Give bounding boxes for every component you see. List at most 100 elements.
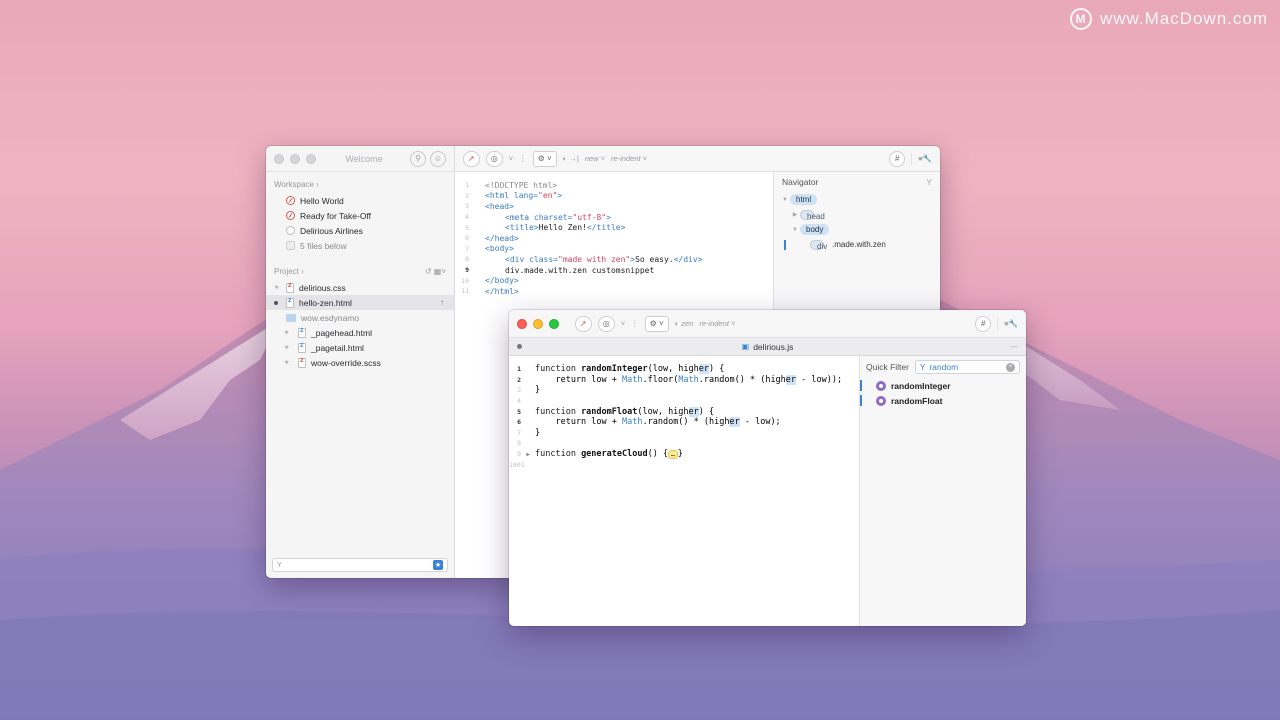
editor-toolbar: ➚ ◎ ˅ ⋮ ⚙ ˅ ◐ →| new ˅ re-indent ˅ # ≡🔧 [455,146,940,172]
star-icon[interactable]: ★ [284,359,289,366]
chevron-down-icon[interactable]: ˅ [509,154,513,163]
close-light[interactable] [274,153,284,164]
workspace-item-label: Ready for Take-Off [300,210,372,221]
quick-filter-input[interactable]: Y random × [914,360,1020,374]
fold-triangle-icon[interactable]: ▶ [523,451,533,458]
workspace-section-label[interactable]: Workspace › [266,172,454,193]
project-section-label[interactable]: Project › ↺ ▦˅ [266,259,454,280]
folder-icon [286,313,296,322]
nav-node-class-label: .made.with.zen [832,240,886,249]
html-file-icon [298,342,306,353]
nav-node-body[interactable]: ▼ body [774,222,940,237]
selection-bar [784,239,786,250]
minimize-button[interactable] [533,318,543,329]
gear-menu-button[interactable]: ⚙ ˅ [532,150,557,167]
sidebar-title: Welcome [345,153,383,164]
code-line: 7 <body> [465,244,514,254]
nav-node-div[interactable]: div .made.with.zen [774,237,940,252]
target-button[interactable]: ◎ [597,315,615,332]
project-folder-label: wow.esdynamo [301,312,360,323]
traffic-lights [517,318,559,329]
separator-dots-icon: ⋮ [519,154,527,163]
new-menu[interactable]: new ˅ [585,154,605,163]
workspace-item[interactable]: Delirious Airlines [266,223,454,238]
quick-filter-panel: Quick Filter Y random × randomInteger ra… [859,356,1026,626]
compass-button[interactable]: ➚ [463,150,480,167]
workspace-item-files-below[interactable]: 5 files below [266,238,454,253]
zoom-light[interactable] [306,153,316,164]
reindent-menu[interactable]: re-indent ˅ [699,319,735,328]
code-line: 2 <html lang= "en" > [465,191,563,201]
code-line: 6 return low + Math .random() * (high er -… [517,417,781,428]
disclosure-triangle-icon[interactable]: ▼ [790,227,800,233]
star-icon[interactable]: ★ [284,329,289,336]
clear-icon[interactable]: × [1006,362,1015,372]
sidebar-titlebar: Welcome ⚲ ☺ [266,146,454,172]
compass-icon [286,196,295,205]
tab-filename[interactable]: delirious.js [753,342,793,352]
search-icon[interactable]: ⚲ [410,150,426,167]
html-file-icon [298,327,306,338]
quick-filter-result[interactable]: randomInteger [860,378,1026,393]
workspace-item[interactable]: Ready for Take-Off [266,208,454,223]
star-icon[interactable]: ★ [284,344,289,351]
star-icon[interactable]: ★ [274,284,279,291]
code-line: 6 </head> [465,233,519,243]
compass-button[interactable]: ➚ [575,315,592,332]
selection-bar [860,395,862,406]
hash-button[interactable]: # [889,150,906,167]
wrench-icon[interactable]: ≡🔧 [918,154,932,163]
close-button[interactable] [517,318,527,329]
disclosure-triangle-icon[interactable]: ▼ [780,197,790,203]
nav-node-html[interactable]: ▼ html [774,192,940,207]
smiley-icon[interactable]: ☺ [430,150,446,167]
reindent-menu[interactable]: re-indent ˅ [611,154,647,163]
project-file-item[interactable]: ★ wow-override.scss [266,355,454,370]
tab-overflow-icon[interactable]: — [1010,342,1018,351]
code-line: 3 <head> [465,201,514,211]
toolbar-divider [997,317,999,330]
project-file-label: _pagetail.html [311,342,364,353]
filter-icon[interactable]: Y [926,177,932,187]
globe-icon[interactable]: ◐ →| [563,154,579,163]
css-file-icon [286,282,294,293]
project-file-item[interactable]: ★ _pagetail.html [266,340,454,355]
chevron-down-icon[interactable]: ˅ [621,319,625,328]
target-button[interactable]: ◎ [485,150,503,167]
code-line: 5 function randomFloat (low, high er) { [517,406,715,417]
project-file-item-selected[interactable]: hello-zen.html ↑ [266,295,454,310]
upload-arrow-icon[interactable]: ↑ [440,298,444,307]
project-options-icon[interactable]: ↺ ▦˅ [425,267,446,276]
js-file-icon: ▣ [741,342,750,351]
quick-filter-header: Quick Filter Y random × [860,356,1026,378]
minimize-light[interactable] [290,153,300,164]
quick-filter-label: Quick Filter [866,362,909,372]
folded-code-badge[interactable]: … [668,449,678,459]
zoom-button[interactable] [549,318,559,329]
filter-icon: Y [277,561,282,569]
favorites-star-icon[interactable]: ★ [433,560,443,570]
hash-button[interactable]: # [975,315,992,332]
navigator-title: Navigator [782,177,819,187]
project-file-item[interactable]: ★ delirious.css [266,280,454,295]
stack-icon [286,241,295,250]
code-line: 1 function randomInteger (low, high er) { [517,364,725,375]
disclosure-triangle-icon[interactable]: ▶ [790,211,800,218]
workspace-item[interactable]: Hello World [266,193,454,208]
quick-filter-result[interactable]: randomFloat [860,393,1026,408]
sidebar-filter-input[interactable]: Y ★ [272,558,448,572]
wrench-icon[interactable]: ≡🔧 [1004,319,1018,328]
nav-node-head[interactable]: ▶ head [774,207,940,222]
js-code-editor[interactable]: 1 function randomInteger (low, high er) { 2… [509,356,859,626]
result-label: randomFloat [891,395,943,406]
navigator-header: Navigator Y [774,172,940,192]
modified-dot-icon [274,300,278,305]
function-icon [876,395,886,406]
project-folder-item[interactable]: wow.esdynamo [266,310,454,325]
project-file-label: wow-override.scss [311,357,381,368]
code-line: 3} [517,385,541,396]
project-file-item[interactable]: ★ _pagehead.html [266,325,454,340]
code-line: 4 <meta charset= "utf-8" > [465,212,611,222]
gear-menu-button[interactable]: ⚙ ˅ [644,315,669,332]
zen-menu[interactable]: ◐ zen [675,319,694,328]
